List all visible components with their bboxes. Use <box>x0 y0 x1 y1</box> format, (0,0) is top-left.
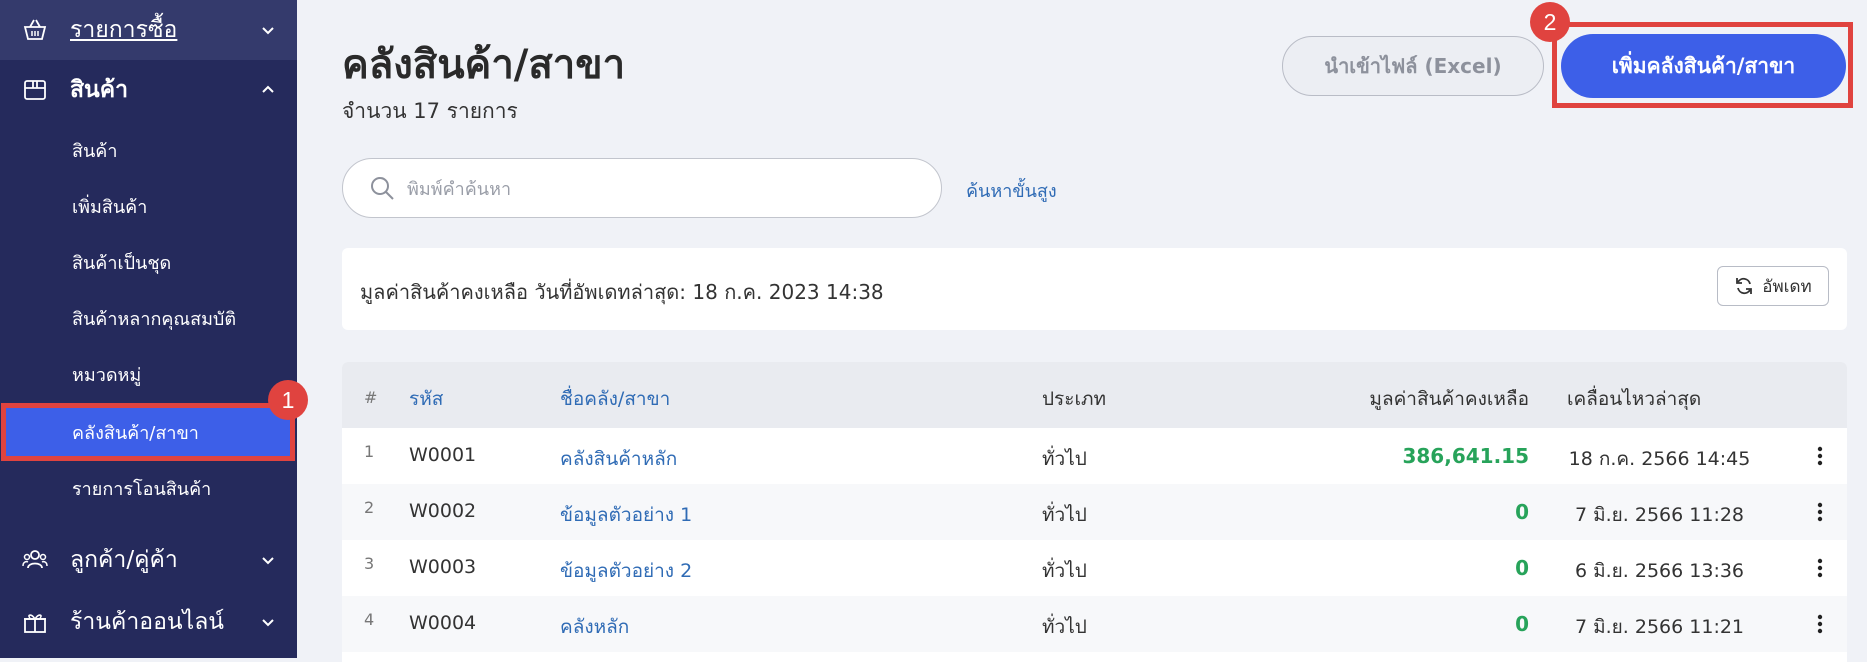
box-icon <box>24 80 46 100</box>
sidebar-subitem-categories[interactable]: หมวดหมู่ <box>0 346 297 402</box>
search-box <box>342 158 942 218</box>
sidebar: รายการซื้อ สินค้า สินค้า เพิ่มสินค้า สิน… <box>0 0 297 658</box>
column-header-index: # <box>364 388 378 407</box>
row-type: ทั่วไป <box>1042 504 1087 526</box>
row-index: 1 <box>364 442 375 461</box>
column-header-value: มูลค่าสินค้าคงเหลือ <box>1369 388 1529 410</box>
table-row: 2 W0002 ข้อมูลตัวอย่าง 1 ทั่วไป 0 7 มิ.ย… <box>342 484 1847 540</box>
gift-store-icon <box>24 614 46 633</box>
row-last-movement: 7 มิ.ย. 2566 11:21 <box>1574 616 1745 638</box>
inventory-value-updated-text: มูลค่าสินค้าคงเหลือ วันที่อัพเดทล่าสุด: … <box>360 280 884 304</box>
row-type: ทั่วไป <box>1042 616 1087 638</box>
sidebar-subitem-transfers[interactable]: รายการโอนสินค้า <box>0 460 297 516</box>
table-row: 4 W0004 คลังหลัก ทั่วไป 0 7 มิ.ย. 2566 1… <box>342 596 1847 652</box>
users-icon <box>22 550 48 569</box>
sidebar-item-customers[interactable]: ลูกค้า/คู่ค้า <box>0 530 297 590</box>
chevron-down-icon <box>262 557 274 565</box>
row-name-link[interactable]: ข้อมูลตัวอย่าง 2 <box>560 556 692 586</box>
sidebar-subitem-product-sets[interactable]: สินค้าเป็นชุด <box>0 234 297 290</box>
import-excel-button[interactable]: นำเข้าไฟล์ (Excel) <box>1282 36 1544 96</box>
sidebar-item-purchase[interactable]: รายการซื้อ <box>0 0 297 60</box>
sidebar-item-label: ลูกค้า/คู่ค้า <box>70 547 178 573</box>
row-last-movement: 18 ก.ค. 2566 14:45 <box>1568 448 1751 470</box>
row-name-link[interactable]: คลังสินค้าหลัก <box>560 444 677 474</box>
row-code: W0001 <box>409 444 477 466</box>
table-row: 3 W0003 ข้อมูลตัวอย่าง 2 ทั่วไป 0 6 มิ.ย… <box>342 540 1847 596</box>
row-value: 0 <box>1515 556 1529 580</box>
row-type: ทั่วไป <box>1042 560 1087 582</box>
chevron-down-icon <box>262 619 274 627</box>
sidebar-subitem-variants[interactable]: สินค้าหลากคุณสมบัติ <box>0 290 297 346</box>
search-icon <box>371 177 394 200</box>
chevron-up-icon <box>262 85 274 93</box>
page-title: คลังสินค้า/สาขา <box>342 42 626 88</box>
row-last-movement: 7 มิ.ย. 2566 11:28 <box>1574 504 1745 526</box>
sidebar-subitem-label: สินค้าเป็นชุด <box>72 252 172 274</box>
sidebar-item-label: ร้านค้าออนไลน์ <box>70 609 225 635</box>
annotation-badge-2: 2 <box>1530 2 1570 42</box>
row-index: 3 <box>364 554 375 573</box>
inventory-summary-card: มูลค่าสินค้าคงเหลือ วันที่อัพเดทล่าสุด: … <box>342 248 1847 330</box>
more-vertical-icon[interactable] <box>1810 440 1830 472</box>
row-value: 0 <box>1515 612 1529 636</box>
add-warehouse-button[interactable]: เพิ่มคลังสินค้า/สาขา <box>1561 34 1846 98</box>
row-index: 2 <box>364 498 375 517</box>
row-code: W0003 <box>409 556 477 578</box>
table-row: 1 W0001 คลังสินค้าหลัก ทั่วไป 386,641.15… <box>342 428 1847 484</box>
item-count: จำนวน 17 รายการ <box>342 99 518 123</box>
sidebar-subitem-label: คลังสินค้า/สาขา <box>72 422 199 444</box>
basket-icon <box>23 19 47 40</box>
annotation-badge-1: 1 <box>268 380 308 420</box>
update-button[interactable]: อัพเดท <box>1717 266 1829 306</box>
row-value: 386,641.15 <box>1402 444 1529 468</box>
row-name-link[interactable]: คลังหลัก <box>560 612 629 642</box>
more-vertical-icon[interactable] <box>1810 552 1830 584</box>
sidebar-subitem-label: รายการโอนสินค้า <box>72 478 212 500</box>
column-header-code[interactable]: รหัส <box>409 384 443 414</box>
advanced-search-link[interactable]: ค้นหาขั้นสูง <box>966 176 1057 205</box>
column-header-last-movement: เคลื่อนไหวล่าสุด <box>1567 388 1702 410</box>
row-code: W0002 <box>409 500 477 522</box>
column-header-name[interactable]: ชื่อคลัง/สาขา <box>560 384 670 414</box>
refresh-icon <box>1736 277 1753 295</box>
row-value: 0 <box>1515 500 1529 524</box>
sidebar-subitem-products[interactable]: สินค้า <box>0 122 297 178</box>
row-last-movement: 6 มิ.ย. 2566 13:36 <box>1574 560 1745 582</box>
sidebar-item-products[interactable]: สินค้า <box>0 60 297 120</box>
sidebar-subitem-label: เพิ่มสินค้า <box>72 196 148 218</box>
row-code: W0004 <box>409 612 477 634</box>
sidebar-subitem-warehouses[interactable]: คลังสินค้า/สาขา <box>1 403 295 461</box>
more-vertical-icon[interactable] <box>1810 608 1830 640</box>
sidebar-subitem-add-product[interactable]: เพิ่มสินค้า <box>0 178 297 234</box>
row-type: ทั่วไป <box>1042 448 1087 470</box>
more-vertical-icon[interactable] <box>1810 496 1830 528</box>
row-index: 4 <box>364 610 375 629</box>
sidebar-subitem-label: สินค้า <box>72 140 118 162</box>
column-header-type: ประเภท <box>1042 388 1107 410</box>
sidebar-subitem-label: สินค้าหลากคุณสมบัติ <box>72 308 237 330</box>
sidebar-item-label: รายการซื้อ <box>70 17 178 43</box>
warehouse-table: # รหัส ชื่อคลัง/สาขา ประเภท มูลค่าสินค้า… <box>342 362 1847 662</box>
update-button-label: อัพเดท <box>1762 276 1812 297</box>
sidebar-item-online-store[interactable]: ร้านค้าออนไลน์ <box>0 592 297 652</box>
row-name-link[interactable]: ข้อมูลตัวอย่าง 1 <box>560 500 692 530</box>
chevron-down-icon <box>262 27 274 35</box>
table-header: # รหัส ชื่อคลัง/สาขา ประเภท มูลค่าสินค้า… <box>342 362 1847 428</box>
search-input[interactable] <box>405 169 909 209</box>
sidebar-subitem-label: หมวดหมู่ <box>72 364 142 386</box>
sidebar-item-label: สินค้า <box>70 77 129 103</box>
